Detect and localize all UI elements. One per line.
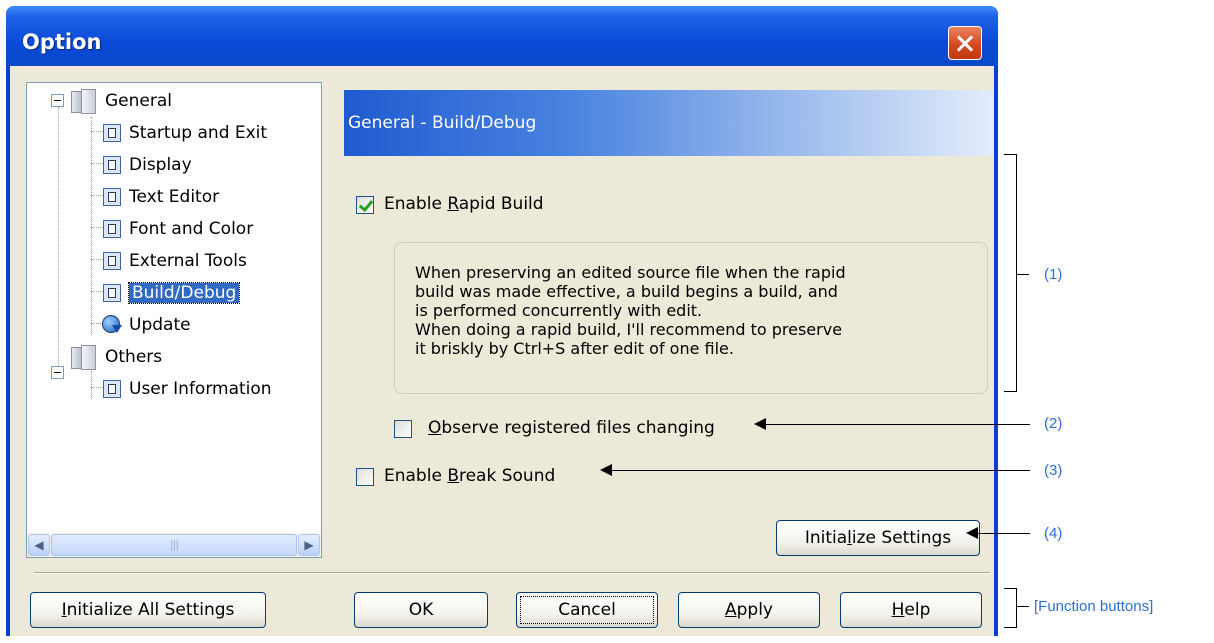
- update-icon: [101, 314, 123, 336]
- dialog-body: General Startup and Exit Display Text Ed…: [10, 66, 994, 636]
- annotation-tick-function: [1017, 606, 1029, 607]
- tree-connector: [91, 195, 103, 196]
- initialize-all-settings-button[interactable]: Initialize All Settings: [30, 592, 266, 628]
- page-icon: [103, 252, 121, 270]
- tree-item-display[interactable]: Display: [103, 151, 192, 179]
- tree-item-build-debug[interactable]: Build/Debug: [103, 279, 241, 307]
- tree-item-external-tools[interactable]: External Tools: [103, 247, 247, 275]
- book-icon: [71, 89, 97, 114]
- tree-item-startup-and-exit[interactable]: Startup and Exit: [103, 119, 267, 147]
- collapse-icon[interactable]: [51, 366, 64, 379]
- tree-connector: [91, 117, 92, 335]
- observe-files-label[interactable]: Observe registered files changing: [428, 418, 715, 438]
- page-icon: [103, 284, 121, 302]
- chevron-right-icon: ▶: [304, 538, 314, 552]
- annotation-3: (3): [1044, 462, 1063, 479]
- page-icon: [103, 188, 121, 206]
- annotation-line-4: [976, 533, 1030, 534]
- tree-connector: [58, 107, 59, 373]
- tree-connector: [91, 163, 103, 164]
- annotation-1: (1): [1044, 266, 1063, 283]
- tree-connector: [91, 291, 103, 292]
- tree-connector: [91, 227, 103, 228]
- category-tree[interactable]: General Startup and Exit Display Text Ed…: [26, 82, 322, 558]
- description-text: When preserving an edited source file wh…: [415, 263, 846, 358]
- description-box: When preserving an edited source file wh…: [394, 242, 988, 394]
- close-button[interactable]: [948, 26, 982, 60]
- enable-rapid-build-checkbox[interactable]: [356, 196, 374, 214]
- apply-button[interactable]: Apply: [678, 592, 820, 628]
- separator: [34, 572, 990, 574]
- annotation-line-3: [610, 470, 1030, 471]
- annotation-function-buttons: [Function buttons]: [1034, 598, 1154, 615]
- annotation-bracket-function: [1004, 588, 1017, 628]
- annotation-4: (4): [1044, 525, 1063, 542]
- annotation-2: (2): [1044, 415, 1063, 432]
- page-icon: [103, 380, 121, 398]
- tree-item-update[interactable]: Update: [101, 311, 191, 339]
- scroll-left-button[interactable]: ◀: [28, 534, 50, 556]
- annotation-line-2: [764, 424, 1030, 425]
- title-bar[interactable]: Option: [6, 6, 998, 66]
- enable-rapid-build-label[interactable]: Enable Rapid Build: [384, 194, 544, 214]
- dialog-title: Option: [22, 30, 102, 54]
- initialize-settings-button[interactable]: Initialize Settings: [776, 520, 980, 556]
- tree-item-general[interactable]: General: [71, 87, 172, 115]
- help-button[interactable]: Help: [840, 592, 982, 628]
- scroll-right-button[interactable]: ▶: [298, 534, 320, 556]
- tree-connector: [91, 259, 103, 260]
- tree-connector: [91, 131, 103, 132]
- horizontal-scrollbar[interactable]: ◀ ||| ▶: [27, 533, 321, 557]
- section-header: General - Build/Debug: [344, 90, 994, 156]
- enable-break-sound-checkbox[interactable]: [356, 468, 374, 486]
- annotation-bracket-1: [1004, 154, 1017, 392]
- page-icon: [103, 156, 121, 174]
- page-icon: [103, 124, 121, 142]
- scroll-thumb[interactable]: |||: [51, 534, 297, 556]
- grip-icon: |||: [169, 538, 179, 551]
- tree-item-user-information[interactable]: User Information: [103, 375, 272, 403]
- page-icon: [103, 220, 121, 238]
- enable-break-sound-label[interactable]: Enable Break Sound: [384, 466, 555, 486]
- tree-item-font-and-color[interactable]: Font and Color: [103, 215, 253, 243]
- chevron-left-icon: ◀: [34, 538, 44, 552]
- cancel-button[interactable]: Cancel: [516, 592, 658, 628]
- observe-files-checkbox[interactable]: [394, 420, 412, 438]
- collapse-icon[interactable]: [51, 94, 64, 107]
- annotation-tick-1: [1017, 274, 1029, 275]
- tree-item-text-editor[interactable]: Text Editor: [103, 183, 219, 211]
- book-icon: [71, 345, 97, 370]
- option-dialog: Option General Startup and Exit Display …: [6, 6, 998, 636]
- ok-button[interactable]: OK: [354, 592, 488, 628]
- tree-connector: [91, 387, 103, 388]
- tree-connector: [91, 371, 92, 399]
- tree-item-others[interactable]: Others: [71, 343, 162, 371]
